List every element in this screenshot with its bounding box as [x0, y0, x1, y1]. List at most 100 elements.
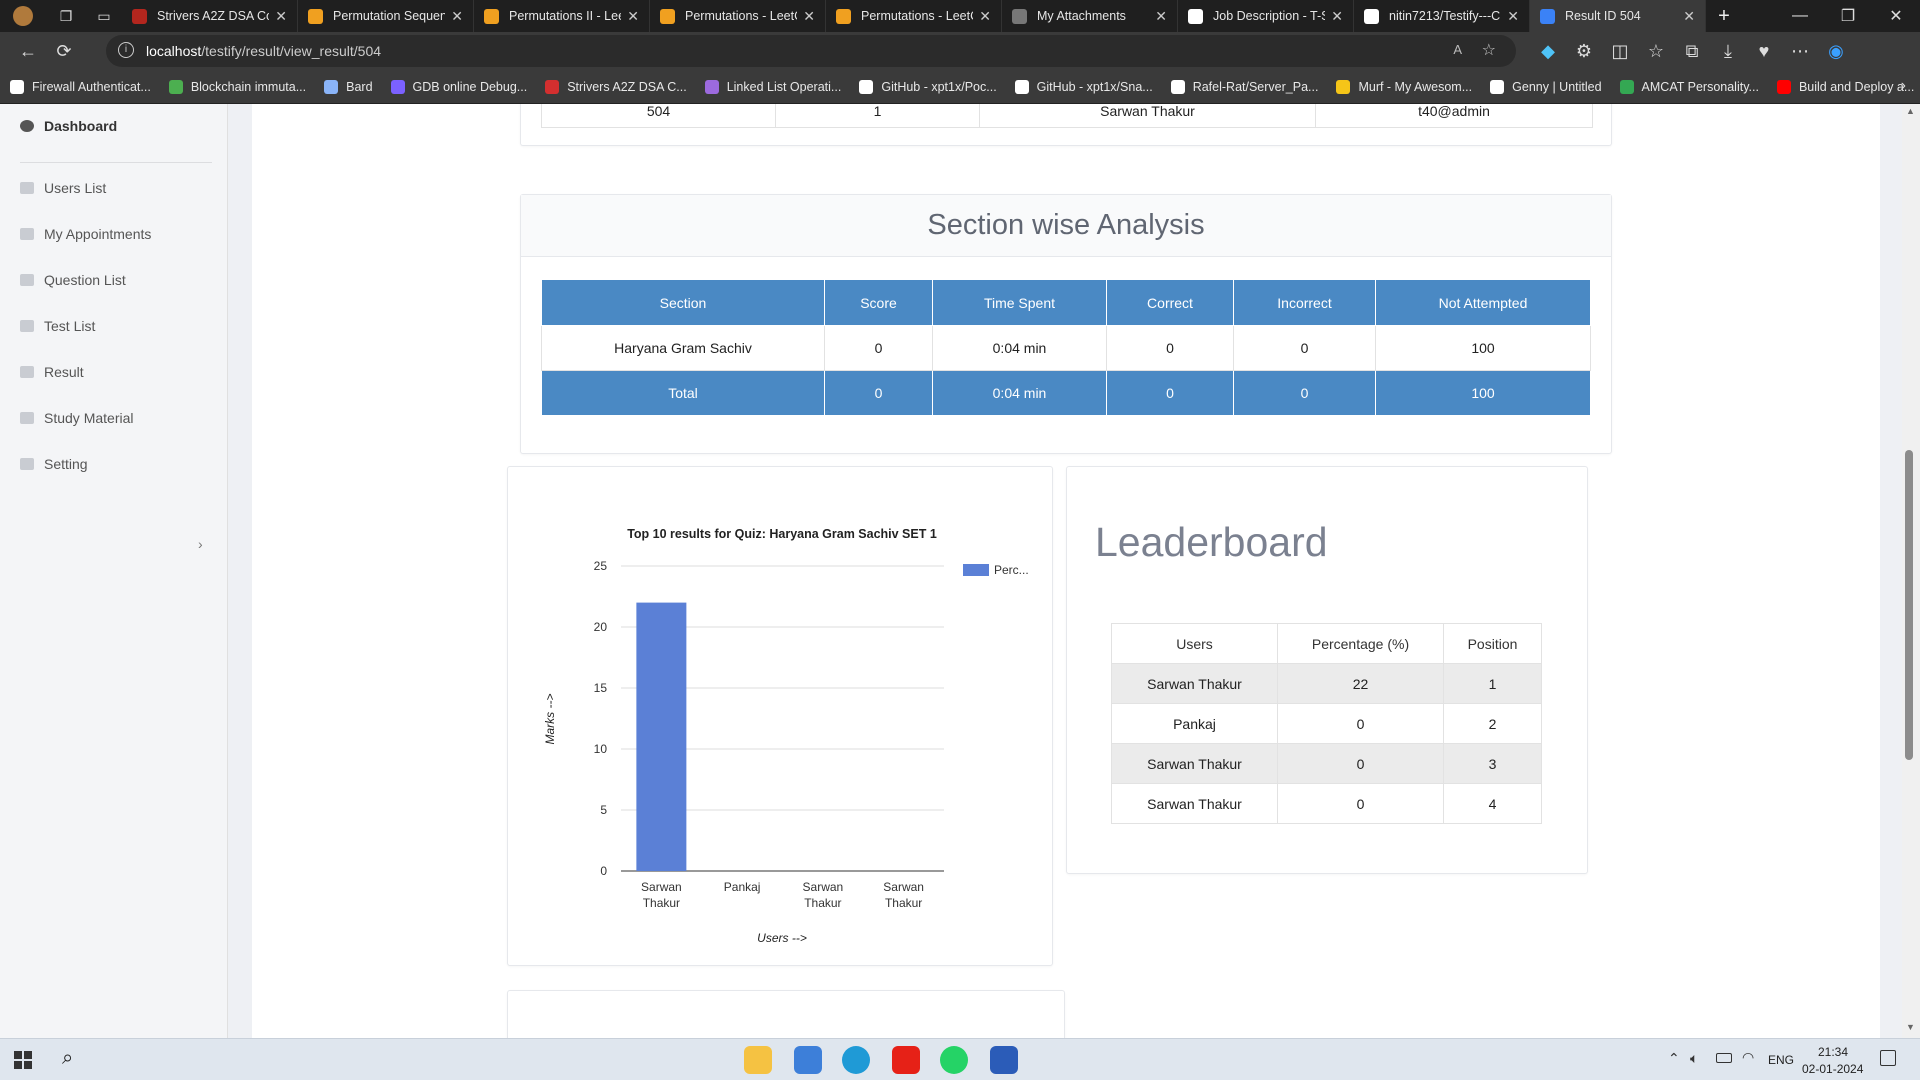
legend-label[interactable]: Perc... — [994, 563, 1029, 577]
sidebar-divider — [20, 162, 212, 163]
collections-icon[interactable]: ⧉ — [1674, 35, 1710, 67]
tab-close-icon[interactable]: ✕ — [1683, 8, 1695, 25]
file-explorer-icon[interactable] — [744, 1046, 772, 1074]
table-cell: 0 — [1277, 743, 1444, 784]
more-menu-icon[interactable]: ⋯ — [1782, 35, 1818, 67]
refresh-icon[interactable]: ⟳ — [46, 35, 82, 67]
minimize-button[interactable]: — — [1776, 7, 1824, 25]
close-window-button[interactable]: ✕ — [1872, 6, 1920, 26]
tab-close-icon[interactable]: ✕ — [979, 8, 991, 25]
leaderboard-row: Pankaj 0 2 — [1111, 703, 1542, 744]
bookmark-item[interactable]: Firewall Authenticat... — [10, 79, 151, 94]
volume-icon[interactable]: 🔈︎ — [1690, 1050, 1698, 1067]
language-indicator[interactable]: ENG — [1768, 1053, 1794, 1067]
total-cell: 0 — [1233, 370, 1376, 416]
bookmark-item[interactable]: Build and Deploy a... — [1776, 79, 1914, 94]
sidebar-item-users-list[interactable]: Users List — [20, 180, 106, 196]
browser-tab[interactable]: Result ID 504 ✕ — [1530, 0, 1706, 32]
sidebar-item-test-list[interactable]: Test List — [20, 318, 95, 334]
browser-tab[interactable]: Permutation Sequen ✕ — [298, 0, 474, 32]
extension-icon[interactable]: ◆ — [1530, 35, 1566, 67]
tab-actions-icon[interactable]: ▭ — [86, 8, 122, 25]
bookmark-item[interactable]: GitHub - xpt1x/Poc... — [859, 79, 997, 94]
leaderboard-row: Sarwan Thakur 22 1 — [1111, 663, 1542, 704]
search-icon[interactable]: ⌕ — [62, 1047, 73, 1070]
favorite-star-icon[interactable]: ☆ — [1482, 40, 1496, 60]
edge-icon[interactable] — [842, 1046, 870, 1074]
browser-tab[interactable]: nitin7213/Testify---C ✕ — [1354, 0, 1530, 32]
bookmark-favicon-icon — [545, 79, 560, 94]
bookmarks-overflow-icon[interactable]: › — [1901, 77, 1906, 95]
browser-tab[interactable]: Permutations - LeetC ✕ — [650, 0, 826, 32]
battery-icon[interactable] — [1716, 1053, 1732, 1063]
tab-close-icon[interactable]: ✕ — [627, 8, 639, 25]
bookmark-item[interactable]: Murf - My Awesom... — [1336, 79, 1472, 94]
browser-tab[interactable]: Job Description - T-S ✕ — [1178, 0, 1354, 32]
tab-close-icon[interactable]: ✕ — [1155, 8, 1167, 25]
page-viewport: Dashboard Users List My Appointments Questi… — [0, 104, 1920, 1038]
windows-start-icon[interactable] — [14, 1051, 32, 1069]
scrollbar-thumb[interactable] — [1905, 450, 1913, 760]
bookmark-item[interactable]: Blockchain immuta... — [168, 79, 306, 94]
read-aloud-icon[interactable]: A — [1453, 42, 1462, 57]
youtube-icon[interactable] — [892, 1046, 920, 1074]
word-icon[interactable] — [990, 1046, 1018, 1074]
tab-close-icon[interactable]: ✕ — [803, 8, 815, 25]
favorites-icon[interactable]: ☆ — [1638, 35, 1674, 67]
sidebar-item-dashboard[interactable]: Dashboard — [20, 118, 117, 134]
bar[interactable] — [636, 602, 687, 871]
bookmark-item[interactable]: GDB online Debug... — [390, 79, 527, 94]
performance-icon[interactable]: ♥ — [1746, 35, 1782, 67]
sidebar-item-result[interactable]: Result — [20, 364, 84, 380]
bookmark-item[interactable]: Strivers A2Z DSA C... — [545, 79, 687, 94]
sidebar-item-question-list[interactable]: Question List — [20, 272, 126, 288]
column-header-users: Users — [1111, 623, 1278, 664]
bookmark-item[interactable]: AMCAT Personality... — [1619, 79, 1759, 94]
table-cell: 3 — [1443, 743, 1542, 784]
chevron-right-icon[interactable]: › — [198, 536, 203, 552]
browser-tab[interactable]: Strivers A2Z DSA Co ✕ — [122, 0, 298, 32]
browser-tab[interactable]: Permutations II - Lee ✕ — [474, 0, 650, 32]
bookmark-item[interactable]: Linked List Operati... — [704, 79, 841, 94]
downloads-icon[interactable]: ⤓ — [1710, 35, 1746, 67]
tab-close-icon[interactable]: ✕ — [451, 8, 463, 25]
back-icon[interactable]: ← — [10, 35, 46, 67]
profile-avatar[interactable] — [0, 0, 46, 32]
notifications-icon[interactable] — [1880, 1050, 1896, 1066]
store-icon[interactable] — [794, 1046, 822, 1074]
bookmark-label: GitHub - xpt1x/Sna... — [1036, 79, 1153, 94]
browser-tab[interactable]: My Attachments ✕ — [1002, 0, 1178, 32]
extensions-puzzle-icon[interactable]: ⚙ — [1566, 35, 1602, 67]
wifi-icon[interactable]: ◠ — [1742, 1049, 1754, 1066]
total-cell: 0:04 min — [932, 370, 1107, 416]
url-field[interactable]: i localhost/testify/result/view_result/5… — [106, 35, 1516, 67]
scroll-up-icon[interactable]: ▲ — [1906, 106, 1915, 116]
browser-tab[interactable]: Permutations - LeetC ✕ — [826, 0, 1002, 32]
whatsapp-icon[interactable] — [940, 1046, 968, 1074]
workspaces-icon[interactable]: ❐ — [46, 8, 86, 25]
sidebar-item-study-material[interactable]: Study Material — [20, 410, 133, 426]
tray-chevron-icon[interactable]: ⌃ — [1668, 1050, 1680, 1067]
tab-favicon-icon — [836, 8, 851, 24]
bookmark-item[interactable]: GitHub - xpt1x/Sna... — [1014, 79, 1153, 94]
scroll-down-icon[interactable]: ▼ — [1906, 1022, 1915, 1032]
clock-date[interactable]: 02-01-2024 — [1802, 1062, 1863, 1076]
result-icon — [20, 366, 34, 378]
new-tab-button[interactable]: + — [1706, 5, 1742, 28]
tab-close-icon[interactable]: ✕ — [1507, 8, 1519, 25]
legend-swatch[interactable] — [963, 564, 989, 576]
tab-close-icon[interactable]: ✕ — [1331, 8, 1343, 25]
bookmark-item[interactable]: Rafel-Rat/Server_Pa... — [1170, 79, 1318, 94]
clock-time[interactable]: 21:34 — [1818, 1045, 1848, 1059]
sidebar-item-my-appointments[interactable]: My Appointments — [20, 226, 151, 242]
bookmark-item[interactable]: Genny | Untitled — [1490, 79, 1602, 94]
info-icon[interactable]: i — [118, 42, 134, 58]
restore-button[interactable]: ❐ — [1824, 6, 1872, 26]
copilot-icon[interactable]: ◉ — [1818, 35, 1854, 67]
bookmark-item[interactable]: Bard — [324, 79, 373, 94]
split-screen-icon[interactable]: ◫ — [1602, 35, 1638, 67]
leaderboard-row: Sarwan Thakur 0 3 — [1111, 743, 1542, 784]
sidebar-item-setting[interactable]: Setting — [20, 456, 88, 472]
setting-icon — [20, 458, 34, 470]
tab-close-icon[interactable]: ✕ — [275, 8, 287, 25]
